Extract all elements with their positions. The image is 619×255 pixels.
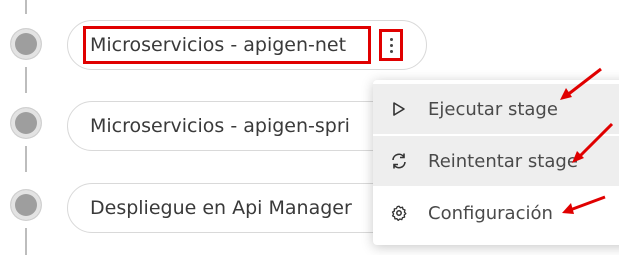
stage-status-dot (11, 29, 41, 59)
annotation-arrow (562, 195, 606, 214)
menu-item-label: Configuración (428, 202, 553, 224)
annotation-arrow (572, 122, 614, 163)
timeline-connector (25, 0, 27, 14)
kebab-dot (389, 37, 393, 41)
annotation-highlight-box (83, 26, 371, 64)
play-icon (390, 100, 408, 118)
timeline-connector (25, 146, 27, 172)
timeline-connector (25, 228, 27, 255)
stage-options-button[interactable] (379, 29, 403, 61)
stage-status-dot (11, 108, 41, 138)
timeline-connector (25, 67, 27, 93)
kebab-dot (389, 49, 393, 53)
kebab-dot (389, 43, 393, 47)
retry-icon (390, 152, 408, 170)
gear-icon (390, 204, 408, 222)
stage-label: Despliegue en Api Manager (90, 197, 352, 219)
stage-label: Microservicios - apigen-spri (90, 115, 350, 137)
annotation-arrow (560, 67, 602, 100)
stage-status-dot (11, 190, 41, 220)
menu-item-label: Reintentar stage (428, 150, 578, 172)
menu-item-label: Ejecutar stage (428, 98, 558, 120)
